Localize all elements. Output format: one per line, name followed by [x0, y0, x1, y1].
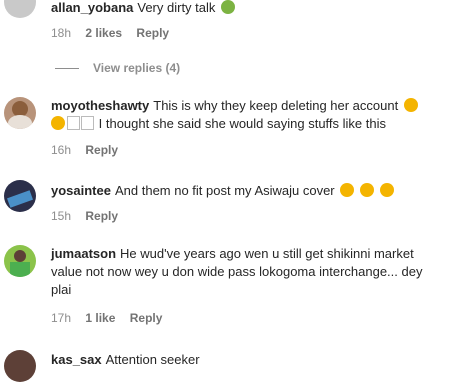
avatar[interactable]	[4, 97, 36, 129]
avatar[interactable]	[4, 180, 36, 212]
reply-button[interactable]: Reply	[85, 143, 118, 157]
comment-username[interactable]: yosaintee	[51, 183, 111, 198]
nauseated-face-icon	[221, 0, 236, 14]
avatar[interactable]	[4, 350, 36, 382]
comment-body: jumaatson He wud've years ago wen u still…	[51, 245, 445, 299]
loudly-crying-face-icon	[403, 98, 418, 112]
comment-text-continued: I thought she said she would saying stuf…	[98, 116, 386, 131]
comment-text: This is why they keep deleting her accou…	[153, 98, 399, 113]
comment-username[interactable]: moyotheshawty	[51, 98, 149, 113]
comment-text: Attention seeker	[105, 352, 200, 367]
comment-meta: 18h 2 likes Reply	[51, 26, 180, 40]
comment-likes[interactable]: 2 likes	[85, 26, 122, 40]
missing-glyph-icon	[81, 116, 94, 130]
view-replies-label: View replies (4)	[93, 61, 181, 75]
comment-text: And them no fit post my Asiwaju cover	[114, 183, 335, 198]
comment-meta: 16h Reply	[51, 143, 129, 157]
comment-meta: 15h Reply	[51, 209, 129, 223]
comment-username[interactable]: allan_yobana	[51, 0, 133, 15]
reply-button[interactable]: Reply	[85, 209, 118, 223]
loudly-crying-face-icon	[51, 116, 65, 130]
comment-body: yosaintee And them no fit post my Asiwaju…	[51, 182, 445, 200]
comment-time: 15h	[51, 209, 72, 223]
disappointed-face-icon	[340, 183, 355, 197]
comment-meta: 17h 1 like Reply	[51, 311, 173, 325]
disappointed-face-icon	[359, 183, 374, 197]
comment-text: Very dirty talk	[137, 0, 216, 15]
reply-button[interactable]: Reply	[130, 311, 163, 325]
comment-body: moyotheshawty This is why they keep delet…	[51, 97, 445, 133]
view-replies-button[interactable]: View replies (4)	[55, 61, 180, 75]
comment-likes[interactable]: 1 like	[85, 311, 115, 325]
comment-username[interactable]: jumaatson	[51, 246, 116, 261]
avatar[interactable]	[4, 245, 36, 277]
comment-body: allan_yobana Very dirty talk	[51, 0, 445, 17]
comment-time: 16h	[51, 143, 72, 157]
reply-button[interactable]: Reply	[136, 26, 169, 40]
comment-body: kas_sax Attention seeker	[51, 351, 445, 369]
missing-glyph-icon	[67, 116, 80, 130]
comment-username[interactable]: kas_sax	[51, 352, 102, 367]
divider-line	[55, 68, 79, 70]
comment-time: 17h	[51, 311, 72, 325]
disappointed-face-icon	[379, 183, 394, 197]
avatar[interactable]	[4, 0, 36, 18]
comment-time: 18h	[51, 26, 72, 40]
